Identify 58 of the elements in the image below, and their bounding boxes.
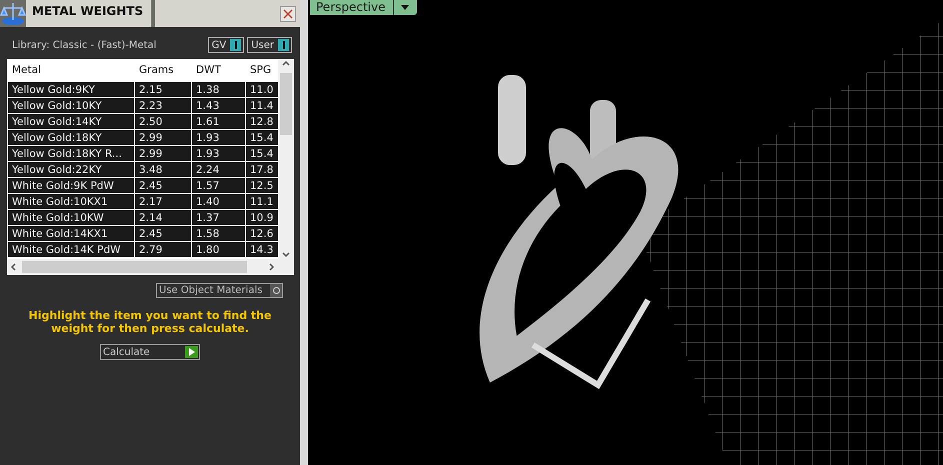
play-icon	[185, 346, 198, 358]
table-cell: 2.79	[134, 242, 192, 258]
table-cell: 2.24	[192, 162, 246, 178]
table-cell: 1.80	[192, 242, 246, 258]
close-icon[interactable]	[280, 6, 296, 22]
table-cell: Yellow Gold:18KY R...	[8, 146, 134, 162]
table-cell: 1.93	[192, 146, 246, 162]
table-cell: 2.23	[134, 98, 192, 114]
library-label: Library: Classic - (Fast)-Metal	[12, 40, 158, 50]
table-cell: White Gold:9K PdW	[8, 178, 134, 194]
horizontal-scrollbar[interactable]	[7, 259, 278, 275]
table-cell: 17.8	[246, 162, 278, 178]
table-cell: 1.37	[192, 210, 246, 226]
table-cell: 11.0	[246, 82, 278, 98]
table-cell: Yellow Gold:18KY	[8, 130, 134, 146]
table-cell: Yellow Gold:14KY	[8, 114, 134, 130]
table-cell: White Gold:14KX1	[8, 226, 134, 242]
table-cell: Yellow Gold:22KY	[8, 162, 134, 178]
table-cell: 14.3	[246, 242, 278, 258]
table-cell: 2.99	[134, 146, 192, 162]
vertical-scrollbar[interactable]	[278, 59, 294, 259]
table-cell: Yellow Gold:10KY	[8, 98, 134, 114]
table-cell: 1.61	[192, 114, 246, 130]
table-cell: 1.40	[192, 194, 246, 210]
table-cell: 12.6	[246, 226, 278, 242]
table-cell: 1.43	[192, 98, 246, 114]
table-cell: 2.45	[134, 178, 192, 194]
toggle-switch[interactable]: User	[247, 37, 292, 53]
table-cell: White Gold:14K PdW	[8, 242, 134, 258]
table-cell: 2.99	[134, 130, 192, 146]
table-cell: 12.8	[246, 114, 278, 130]
balance-scale-icon	[0, 0, 26, 26]
table-cell: 1.57	[192, 178, 246, 194]
table-cell: 2.14	[134, 210, 192, 226]
table-cell: 2.15	[134, 82, 192, 98]
panel-title: METAL WEIGHTS	[26, 0, 152, 27]
table-cell: 1.93	[192, 130, 246, 146]
table-cell: 15.4	[246, 146, 278, 162]
table-cell: 2.50	[134, 114, 192, 130]
calculate-button[interactable]: Calculate	[100, 344, 200, 360]
table-cell: 1.38	[192, 82, 246, 98]
table-cell: 3.48	[134, 162, 192, 178]
use-object-materials-toggle[interactable]: Use Object Materials	[156, 283, 283, 298]
table-cell: 1.58	[192, 226, 246, 242]
table-cell: 11.4	[246, 98, 278, 114]
table-cell: 10.9	[246, 210, 278, 226]
scrollbar-thumb[interactable]	[280, 73, 292, 135]
table-cell: 11.1	[246, 194, 278, 210]
scrollbar-thumb[interactable]	[22, 261, 247, 273]
table-cell: White Gold:10KX1	[8, 194, 134, 210]
instruction-text: Highlight the item you want to find the weight for then press calculate.	[28, 309, 272, 335]
table-cell: 12.5	[246, 178, 278, 194]
table-cell: Yellow Gold:9KY	[8, 82, 134, 98]
table-cell: 15.4	[246, 130, 278, 146]
table-cell: 2.45	[134, 226, 192, 242]
table-cell: 2.17	[134, 194, 192, 210]
table-cell: White Gold:10KW	[8, 210, 134, 226]
toggle-switch[interactable]: GV	[208, 37, 244, 53]
